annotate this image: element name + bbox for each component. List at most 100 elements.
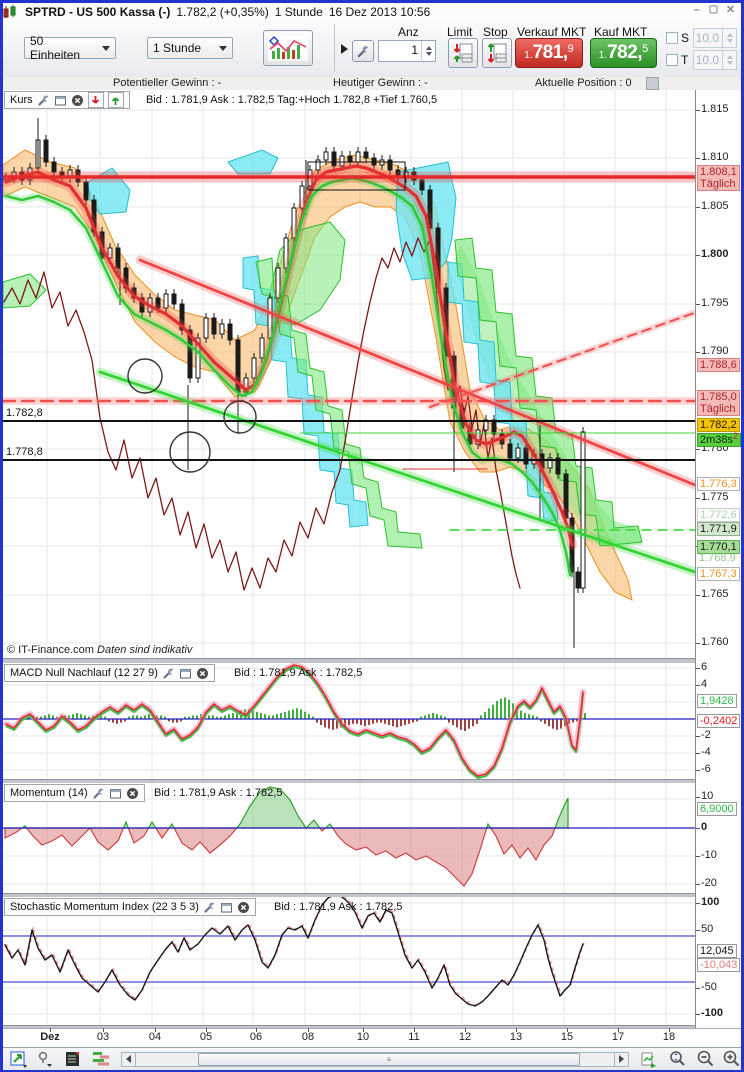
zoom-fit-button[interactable]: [667, 1050, 687, 1068]
axis-price-box: 1.776,3: [697, 477, 740, 491]
chart-level-label: 1.782,8: [6, 407, 43, 419]
minimize-button[interactable]: –: [691, 4, 702, 15]
stop-order-icon: [487, 43, 507, 63]
axis-label: 0: [701, 821, 708, 833]
wrench-icon[interactable]: [92, 787, 105, 800]
s-value-stepper[interactable]: 10.0: [693, 28, 737, 48]
chart-level-label: 1.778,8: [6, 446, 43, 458]
sell-price-decimal: 9: [567, 43, 574, 55]
news-button[interactable]: [63, 1050, 83, 1068]
chevron-down-icon: [102, 45, 110, 51]
axis-label: 1.800: [701, 248, 729, 260]
order-settings-button[interactable]: [352, 40, 374, 62]
detach-window-icon[interactable]: [179, 667, 192, 680]
axis-tick: [696, 884, 700, 885]
pointer-mode-button[interactable]: [35, 1050, 55, 1068]
axis-label: 10: [701, 790, 714, 802]
stop-checkbox[interactable]: [666, 32, 678, 44]
chart-pane-icon: [641, 1052, 656, 1068]
zoom-fit-icon: [669, 1051, 685, 1066]
kurs-bid-ask: Bid : 1.781,9 Ask : 1.782,5 Tag:+Hoch 1.…: [146, 94, 438, 106]
time-axis-label: 10: [356, 1031, 370, 1043]
wrench-icon[interactable]: [162, 667, 175, 680]
export-chart-button[interactable]: [9, 1050, 29, 1068]
axis-label: 50: [701, 923, 714, 935]
axis-tick: [696, 595, 700, 596]
chart-style-button[interactable]: [263, 30, 313, 66]
title-bar[interactable]: SPTRD - US 500 Kassa (-) 1.782,2 (+0,35%…: [3, 3, 741, 22]
down-arrow-icon[interactable]: [425, 52, 432, 56]
title-price: 1.782,2 (+0,35%): [176, 5, 269, 19]
scroll-right-arrow[interactable]: [614, 1052, 628, 1066]
chart-scrollbar[interactable]: ≡: [121, 1051, 629, 1067]
kurs-title: Kurs: [10, 94, 33, 106]
t-value-stepper[interactable]: 10.0: [693, 50, 737, 70]
buy-arrow-button[interactable]: [107, 92, 124, 108]
copyright-text: © IT-Finance.com: [7, 644, 94, 656]
stochastic-panel-header: Stochastic Momentum Index (22 3 5 3): [4, 898, 256, 916]
axis-tick: [696, 304, 700, 305]
axis-label: 1.775: [701, 491, 729, 503]
timeframe-select[interactable]: 1 Stunde: [147, 37, 233, 59]
wrench-icon[interactable]: [37, 94, 50, 107]
wrench-icon[interactable]: [203, 901, 216, 914]
axis-tick: [696, 930, 700, 931]
limit-order-button[interactable]: [448, 38, 478, 68]
macd-title: MACD Null Nachlauf (12 27 9): [10, 667, 158, 679]
timeframe-select-value: 1 Stunde: [153, 41, 202, 55]
zoom-out-button[interactable]: [695, 1050, 715, 1068]
axis-price-box: -0,2402: [697, 714, 741, 728]
close-icon[interactable]: [71, 94, 84, 107]
close-icon[interactable]: [237, 901, 250, 914]
close-icon[interactable]: [196, 667, 209, 680]
collapse-arrow-icon[interactable]: [341, 44, 348, 54]
axis-price-box: 1.771,9: [697, 522, 740, 536]
detach-window-icon[interactable]: [54, 94, 67, 107]
axis-label: -20: [701, 877, 717, 889]
down-arrow-icon: [726, 61, 733, 65]
buy-market-button[interactable]: 1. 782, 5: [590, 38, 657, 68]
close-position-icon[interactable]: [646, 77, 659, 90]
quantity-stepper[interactable]: 1: [378, 40, 436, 62]
time-axis[interactable]: [3, 1028, 741, 1047]
stochastic-bid-ask: Bid : 1.781,9 Ask : 1.782,5: [274, 901, 403, 913]
axis-label: 1.765: [701, 588, 729, 600]
sell-market-button[interactable]: 1. 781, 9: [515, 38, 583, 68]
axis-label: -50: [701, 981, 717, 993]
time-axis-label: 05: [199, 1031, 213, 1043]
stochastic-title: Stochastic Momentum Index (22 3 5 3): [10, 901, 199, 913]
axis-price-box: 12,045: [697, 944, 737, 958]
market-depth-button[interactable]: [91, 1050, 111, 1068]
units-select[interactable]: 50 Einheiten: [24, 34, 116, 62]
copyright-note: © IT-Finance.com Daten sind indikativ: [7, 644, 193, 656]
close-icon[interactable]: [126, 787, 139, 800]
detach-chart-button[interactable]: [639, 1050, 659, 1068]
zoom-in-button[interactable]: [721, 1050, 741, 1068]
detach-window-icon[interactable]: [220, 901, 233, 914]
axis-label: -2: [701, 729, 711, 741]
axis-tick: [696, 988, 700, 989]
limit-order-icon: [453, 43, 473, 63]
price-chart-canvas[interactable]: [3, 90, 695, 658]
detach-window-icon[interactable]: [109, 787, 122, 800]
scroll-left-arrow[interactable]: [122, 1052, 136, 1066]
axis-price-box: 1.782,2: [697, 418, 740, 432]
scrollbar-thumb[interactable]: ≡: [198, 1052, 580, 1066]
axis-label: 1.760: [701, 636, 729, 648]
stochastic-chart-canvas[interactable]: [3, 897, 695, 1025]
axis-price-box: 1.772,6: [697, 508, 740, 522]
axis-price-box: 1.788,6: [697, 358, 740, 372]
axis-price-box: 2m38s2: [697, 431, 742, 447]
quantity-arrows[interactable]: [421, 41, 435, 61]
up-arrow-icon[interactable]: [425, 46, 432, 50]
stop-order-button[interactable]: [482, 38, 512, 68]
down-arrow-icon: [726, 39, 733, 43]
buy-mkt-label: Kauf MKT: [594, 25, 648, 39]
close-button[interactable]: ✕: [725, 4, 736, 15]
axis-label: -100: [701, 1007, 724, 1019]
target-checkbox[interactable]: [666, 54, 678, 66]
units-select-value: 50 Einheiten: [30, 34, 81, 62]
maximize-button[interactable]: ▢: [708, 4, 719, 15]
window-controls: – ▢ ✕: [691, 4, 736, 15]
sell-arrow-button[interactable]: [87, 92, 104, 108]
